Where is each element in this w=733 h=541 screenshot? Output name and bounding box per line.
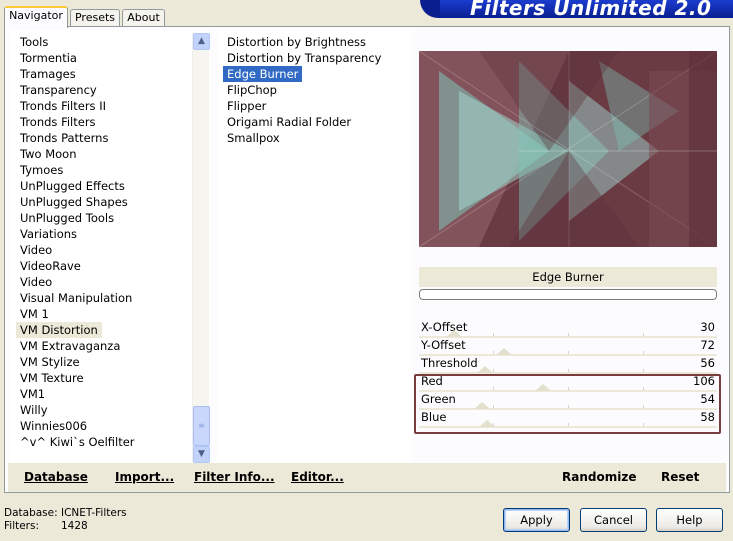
category-item[interactable]: UnPlugged Effects xyxy=(16,178,139,194)
category-item[interactable]: Visual Manipulation xyxy=(16,290,139,306)
filter-item[interactable]: Origami Radial Folder xyxy=(223,114,385,130)
category-item[interactable]: VM Extravaganza xyxy=(16,338,139,354)
category-item[interactable]: Video xyxy=(16,242,139,258)
navigator-panel: Tools Tormentia Tramages Transparency Tronds… xyxy=(4,26,730,493)
filter-info-button[interactable]: Filter Info... xyxy=(194,470,275,484)
filters-count: 1428 xyxy=(61,520,88,532)
category-item[interactable]: Tronds Patterns xyxy=(16,130,139,146)
import-button[interactable]: Import... xyxy=(115,470,174,484)
filter-item[interactable]: Edge Burner xyxy=(223,66,303,82)
category-item[interactable]: Two Moon xyxy=(16,146,139,162)
database-label: Database: xyxy=(4,507,58,519)
filter-item[interactable]: Smallpox xyxy=(223,130,385,146)
category-item[interactable]: VM Stylize xyxy=(16,354,139,370)
param-label: Y-Offset xyxy=(421,338,466,352)
tab-presets[interactable]: Presets xyxy=(70,9,120,27)
category-item[interactable]: UnPlugged Tools xyxy=(16,210,139,226)
filter-item[interactable]: Flipper xyxy=(223,98,385,114)
category-item[interactable]: Video xyxy=(16,274,139,290)
status-area: Database: ICNET-Filters Filters: 1428 xyxy=(4,507,127,533)
help-button[interactable]: Help xyxy=(656,508,723,532)
category-item[interactable]: VideoRave xyxy=(16,258,139,274)
category-item[interactable]: Tronds Filters II xyxy=(16,98,139,114)
tab-about[interactable]: About xyxy=(122,9,165,27)
category-item[interactable]: VM Texture xyxy=(16,370,139,386)
scroll-thumb[interactable]: ≡ xyxy=(193,406,210,446)
scroll-down-button[interactable]: ▼ xyxy=(193,446,210,463)
slider-knob[interactable] xyxy=(477,366,493,373)
category-item[interactable]: Tormentia xyxy=(16,50,139,66)
filter-item[interactable]: Distortion by Brightness xyxy=(223,34,385,50)
apply-button[interactable]: Apply xyxy=(503,508,570,532)
randomize-button[interactable]: Randomize xyxy=(562,470,636,484)
tab-navigator[interactable]: Navigator xyxy=(4,6,68,28)
param-value: 56 xyxy=(700,356,715,370)
param-label: Threshold xyxy=(421,356,478,370)
progress-bar xyxy=(419,289,717,300)
category-item[interactable]: Winnies006 xyxy=(16,418,139,434)
category-item[interactable]: VM Distortion xyxy=(16,322,102,338)
filter-item[interactable]: Distortion by Transparency xyxy=(223,50,385,66)
bottom-bar: Database Import... Filter Info... Editor… xyxy=(8,463,726,492)
category-list[interactable]: Tools Tormentia Tramages Transparency Tronds… xyxy=(10,30,210,463)
editor-button[interactable]: Editor... xyxy=(291,470,344,484)
category-item[interactable]: UnPlugged Shapes xyxy=(16,194,139,210)
param-threshold[interactable]: Threshold 56 xyxy=(419,356,717,374)
category-item[interactable]: VM 1 xyxy=(16,306,139,322)
category-scrollbar[interactable]: ▲ ≡ ▼ xyxy=(192,33,210,463)
preview-image xyxy=(419,51,717,247)
category-item[interactable]: Transparency xyxy=(16,82,139,98)
category-item[interactable]: Variations xyxy=(16,226,139,242)
category-item[interactable]: VM1 xyxy=(16,386,139,402)
header-banner: Filters Unlimited 2.0 xyxy=(420,0,733,18)
category-item[interactable]: Willy xyxy=(16,402,139,418)
database-value: ICNET-Filters xyxy=(61,507,127,519)
category-item[interactable]: ^v^ Kiwi`s Oelfilter xyxy=(16,434,139,450)
filter-preview xyxy=(419,51,717,247)
scroll-up-button[interactable]: ▲ xyxy=(193,33,210,50)
param-value: 72 xyxy=(700,338,715,352)
banner-title: Filters Unlimited 2.0 xyxy=(470,0,712,18)
cancel-button[interactable]: Cancel xyxy=(580,508,647,532)
slider-knob[interactable] xyxy=(496,348,512,355)
category-item[interactable]: Tramages xyxy=(16,66,139,82)
filter-item[interactable]: FlipChop xyxy=(223,82,385,98)
param-value: 30 xyxy=(700,320,715,334)
category-item[interactable]: Tymoes xyxy=(16,162,139,178)
database-button[interactable]: Database xyxy=(24,470,88,484)
reset-button[interactable]: Reset xyxy=(661,470,699,484)
category-item[interactable]: Tools xyxy=(16,34,139,50)
category-item[interactable]: Tronds Filters xyxy=(16,114,139,130)
filter-name-label: Edge Burner xyxy=(419,267,717,287)
filter-list[interactable]: Distortion by Brightness Distortion by Tr… xyxy=(217,30,412,462)
filters-label: Filters: xyxy=(4,520,40,532)
rgb-highlight-box xyxy=(414,374,721,434)
